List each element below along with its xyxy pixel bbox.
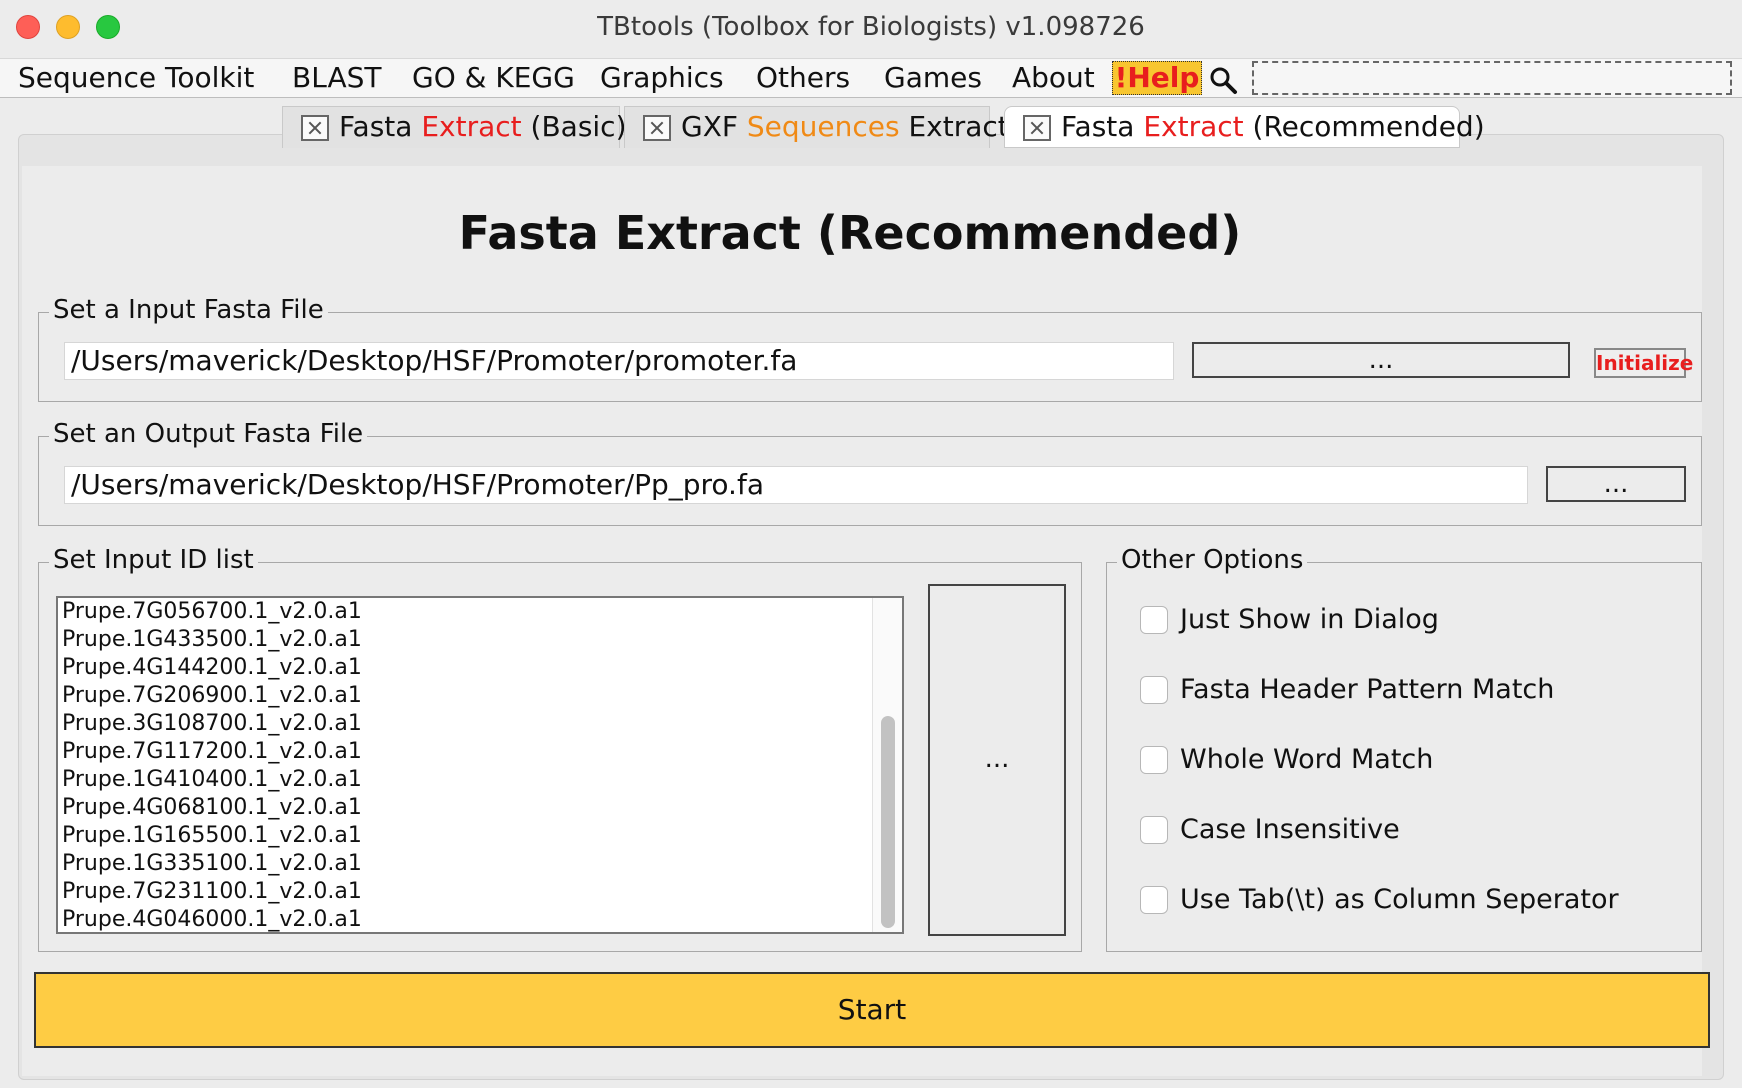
tab-label-pre: Fasta (339, 110, 422, 143)
list-item: Prupe.3G108700.1_v2.0.a1 (62, 711, 362, 736)
menu-about[interactable]: About (1012, 61, 1095, 95)
menu-go-kegg[interactable]: GO & KEGG (412, 61, 575, 95)
tab-label-accent: Extract (421, 110, 522, 143)
list-item: Prupe.7G206900.1_v2.0.a1 (62, 683, 362, 708)
option-label: Whole Word Match (1180, 744, 1434, 775)
menu-blast[interactable]: BLAST (292, 61, 381, 95)
initialize-button[interactable]: Initialize (1594, 348, 1693, 378)
list-item: Prupe.1G433500.1_v2.0.a1 (62, 627, 362, 652)
checkbox[interactable] (1140, 606, 1168, 634)
checkbox[interactable] (1140, 886, 1168, 914)
input-fasta-legend: Set a Input Fasta File (49, 295, 328, 325)
menu-bar: Sequence Toolkit BLAST GO & KEGG Graphic… (0, 58, 1742, 98)
list-item: Prupe.1G165500.1_v2.0.a1 (62, 823, 362, 848)
tab-label-post: Extract (899, 110, 1009, 143)
window-title: TBtools (Toolbox for Biologists) v1.0987… (597, 12, 1145, 42)
input-fasta-path-field[interactable]: /Users/maverick/Desktop/HSF/Promoter/pro… (64, 342, 1174, 380)
list-item: Prupe.4G144200.1_v2.0.a1 (62, 655, 362, 680)
tab-label-accent: Sequences (746, 110, 900, 143)
start-button[interactable]: Start (34, 972, 1710, 1048)
menu-games[interactable]: Games (884, 61, 982, 95)
tab-label-pre: Fasta (1061, 110, 1144, 143)
list-item: Prupe.1G410400.1_v2.0.a1 (62, 767, 362, 792)
list-item: Prupe.7G117200.1_v2.0.a1 (62, 739, 362, 764)
id-list-textarea[interactable]: Prupe.7G056700.1_v2.0.a1 Prupe.1G433500.… (56, 596, 904, 934)
close-tab-icon[interactable] (301, 115, 329, 141)
option-label: Use Tab(\t) as Column Seperator (1180, 884, 1619, 915)
option-label: Just Show in Dialog (1180, 604, 1439, 635)
checkbox[interactable] (1140, 816, 1168, 844)
list-item: Prupe.7G231100.1_v2.0.a1 (62, 879, 362, 904)
checkbox[interactable] (1140, 676, 1168, 704)
scrollbar-thumb[interactable] (881, 716, 895, 928)
close-tab-icon[interactable] (643, 115, 671, 141)
list-item: Prupe.7G056700.1_v2.0.a1 (62, 599, 362, 624)
checkbox[interactable] (1140, 746, 1168, 774)
menu-graphics[interactable]: Graphics (600, 61, 724, 95)
menu-sequence-toolkit[interactable]: Sequence Toolkit (18, 61, 254, 95)
list-item: Prupe.4G046000.1_v2.0.a1 (62, 907, 362, 932)
id-list-scrollbar[interactable] (872, 598, 902, 932)
list-item: Prupe.4G068100.1_v2.0.a1 (62, 795, 362, 820)
magnifier-icon[interactable] (1208, 65, 1238, 95)
tab-fasta-extract-basic[interactable]: Fasta Extract (Basic) (282, 106, 627, 148)
option-label: Fasta Header Pattern Match (1180, 674, 1555, 705)
menu-help[interactable]: !Help (1112, 61, 1202, 95)
tab-label-post: (Recommended) (1243, 110, 1485, 143)
close-tab-icon[interactable] (1023, 115, 1051, 141)
id-list-legend: Set Input ID list (49, 545, 258, 575)
tab-gxf-sequences-extract[interactable]: GXF Sequences Extract (624, 106, 1009, 148)
output-fasta-legend: Set an Output Fasta File (49, 419, 368, 449)
tab-label-post: (Basic) (521, 110, 627, 143)
title-bar: TBtools (Toolbox for Biologists) v1.0987… (0, 0, 1742, 56)
tab-label-accent: Extract (1143, 110, 1244, 143)
tab-label-pre: GXF (681, 110, 747, 143)
output-browse-button[interactable]: ... (1546, 466, 1686, 502)
page-title: Fasta Extract (Recommended) (458, 206, 1242, 260)
tab-fasta-extract-recommended[interactable]: Fasta Extract (Recommended) (1004, 106, 1485, 148)
input-browse-button[interactable]: ... (1192, 342, 1570, 378)
list-item: Prupe.1G335100.1_v2.0.a1 (62, 851, 362, 876)
id-list-browse-button[interactable]: ... (928, 584, 1066, 936)
option-label: Case Insensitive (1180, 814, 1400, 845)
menu-others[interactable]: Others (756, 61, 850, 95)
other-options-legend: Other Options (1117, 545, 1308, 575)
search-field[interactable] (1252, 61, 1732, 95)
output-fasta-path-field[interactable]: /Users/maverick/Desktop/HSF/Promoter/Pp_… (64, 466, 1528, 504)
